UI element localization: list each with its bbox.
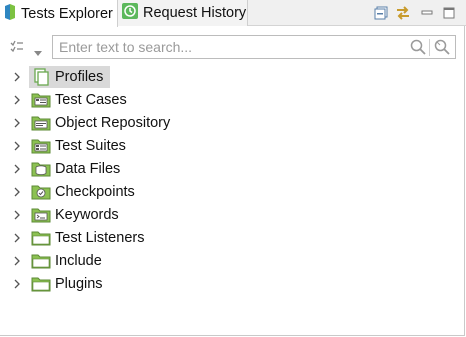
minimize-icon[interactable] [421, 4, 433, 22]
tree-item-profiles[interactable]: Profiles [0, 66, 466, 88]
tab-tests-explorer-label: Tests Explorer [21, 5, 113, 22]
tree-item-plugins[interactable]: Plugins [0, 273, 466, 295]
chevron-right-icon[interactable] [13, 210, 21, 220]
tab-bar: Tests Explorer Request History [0, 0, 466, 27]
tab-tests-explorer[interactable]: Tests Explorer [0, 0, 118, 27]
tree-item-label: Keywords [55, 207, 119, 223]
folder-icon [31, 277, 51, 292]
chevron-right-icon[interactable] [13, 72, 21, 82]
search-box [52, 35, 456, 59]
test-cases-folder-icon [31, 93, 51, 108]
folder-icon [31, 254, 51, 269]
tree-item-checkpoints[interactable]: Checkpoints [0, 181, 466, 203]
maximize-icon[interactable] [443, 4, 455, 22]
chevron-right-icon[interactable] [13, 164, 21, 174]
tree-item-include[interactable]: Include [0, 250, 466, 272]
search-input[interactable] [59, 38, 399, 56]
link-with-editor-icon[interactable] [395, 4, 411, 22]
chevron-right-icon[interactable] [13, 279, 21, 289]
tab-request-history-label: Request History [143, 5, 247, 21]
tree-item-label: Object Repository [55, 115, 171, 131]
tree-item-label: Checkpoints [55, 184, 135, 200]
chevron-right-icon[interactable] [13, 256, 21, 266]
test-suites-folder-icon [31, 139, 51, 154]
tree-item-label: Data Files [55, 161, 121, 177]
data-files-folder-icon [31, 162, 51, 177]
tree-item-object-repository[interactable]: Object Repository [0, 112, 466, 134]
tree-item-label: Profiles [55, 69, 104, 85]
search-icon[interactable] [410, 39, 426, 55]
chevron-right-icon[interactable] [13, 141, 21, 151]
tests-explorer-icon [4, 3, 16, 24]
chevron-right-icon[interactable] [13, 118, 21, 128]
checkpoints-folder-icon [31, 185, 51, 200]
chevron-right-icon[interactable] [13, 233, 21, 243]
chevron-right-icon[interactable] [13, 95, 21, 105]
tree-item-keywords[interactable]: Keywords [0, 204, 466, 226]
tree-item-label: Test Cases [55, 92, 127, 108]
search-toolbar [0, 33, 466, 61]
folder-icon [31, 231, 51, 246]
search-separator [429, 39, 430, 56]
tree-item-label: Plugins [55, 276, 103, 292]
chevron-right-icon[interactable] [13, 187, 21, 197]
tree-item-test-suites[interactable]: Test Suites [0, 135, 466, 157]
object-repository-folder-icon [31, 116, 51, 131]
tree-item-test-listeners[interactable]: Test Listeners [0, 227, 466, 249]
tree-item-label: Include [55, 253, 102, 269]
advanced-search-icon[interactable] [434, 39, 450, 55]
tab-request-history[interactable]: Request History [118, 0, 248, 26]
keywords-folder-icon [31, 208, 51, 223]
tree-item-data-files[interactable]: Data Files [0, 158, 466, 180]
collapse-all-icon[interactable] [374, 4, 388, 22]
profile-icon [34, 68, 49, 86]
tree-item-label: Test Suites [55, 138, 126, 154]
request-history-icon [122, 3, 138, 23]
tree-item-test-cases[interactable]: Test Cases [0, 89, 466, 111]
tree-item-label: Test Listeners [55, 230, 145, 246]
